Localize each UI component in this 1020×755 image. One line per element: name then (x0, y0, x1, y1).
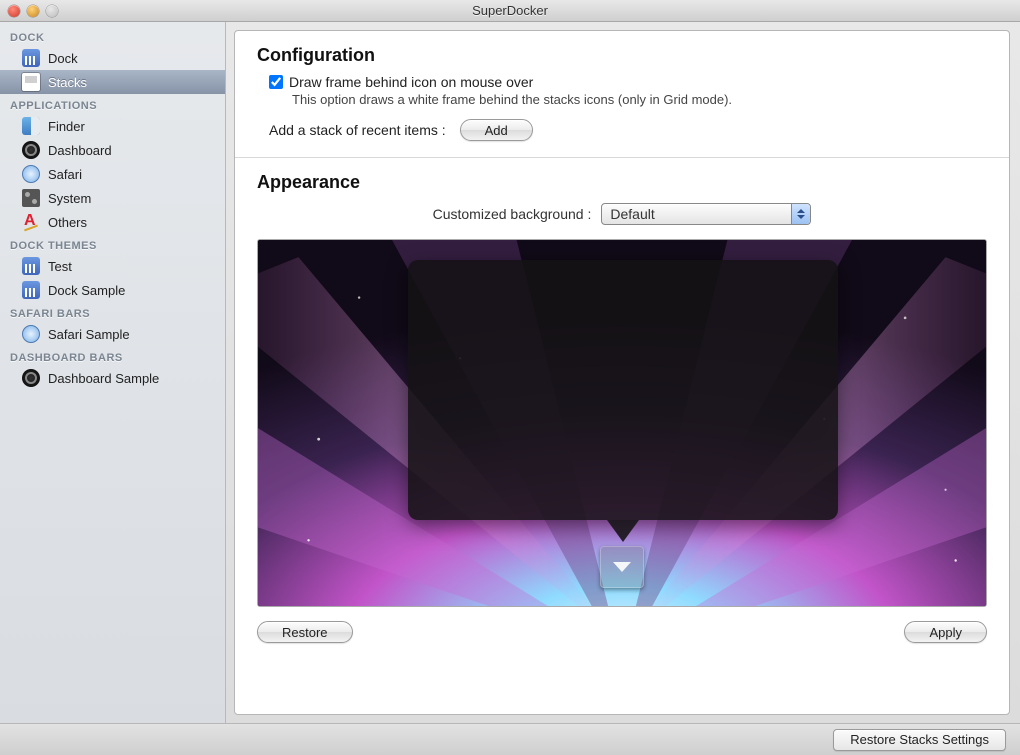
sidebar-item-label: Finder (48, 119, 85, 134)
background-select-value: Default (602, 206, 791, 222)
dock-icon (22, 257, 40, 275)
background-select[interactable]: Default (601, 203, 811, 225)
sidebar-item-label: Safari Sample (48, 327, 130, 342)
dock-icon (22, 49, 40, 67)
restore-stacks-button[interactable]: Restore Stacks Settings (833, 729, 1006, 751)
restore-button[interactable]: Restore (257, 621, 353, 643)
sidebar-item-label: Test (48, 259, 72, 274)
content-panel: Configuration Draw frame behind icon on … (234, 30, 1010, 715)
sidebar-item-safari[interactable]: Safari (0, 162, 225, 186)
sidebar-item-label: Others (48, 215, 87, 230)
draw-frame-row[interactable]: Draw frame behind icon on mouse over (269, 74, 987, 90)
sidebar-group-label: DASHBOARD BARS (0, 346, 225, 366)
add-stack-label: Add a stack of recent items : (269, 122, 446, 138)
titlebar: SuperDocker (0, 0, 1020, 22)
separator (235, 157, 1009, 158)
appearance-heading: Appearance (257, 172, 987, 193)
add-stack-row: Add a stack of recent items : Add (269, 119, 987, 141)
sidebar-item-label: Dashboard Sample (48, 371, 159, 386)
sidebar-item-finder[interactable]: Finder (0, 114, 225, 138)
sidebar-group-label: DOCK (0, 26, 225, 46)
others-icon (22, 213, 40, 231)
draw-frame-checkbox[interactable] (269, 75, 283, 89)
safari-icon (22, 165, 40, 183)
sidebar-item-dashboard-sample[interactable]: Dashboard Sample (0, 366, 225, 390)
draw-frame-description: This option draws a white frame behind t… (292, 92, 987, 107)
apply-button[interactable]: Apply (904, 621, 987, 643)
select-stepper-icon (791, 204, 810, 224)
sidebar-item-label: Stacks (48, 75, 87, 90)
sidebar-item-label: Dashboard (48, 143, 112, 158)
system-icon (22, 189, 40, 207)
preview-dock-arrow-icon (600, 546, 644, 588)
sidebar-item-label: System (48, 191, 91, 206)
dashboard-icon (22, 369, 40, 387)
window-title: SuperDocker (0, 3, 1020, 18)
sidebar-item-label: Dock Sample (48, 283, 125, 298)
background-preview (257, 239, 987, 607)
finder-icon (22, 117, 40, 135)
sidebar-group-label: APPLICATIONS (0, 94, 225, 114)
background-label: Customized background : (433, 206, 592, 222)
sidebar-item-label: Dock (48, 51, 78, 66)
safari-icon (22, 325, 40, 343)
preview-button-row: Restore Apply (257, 621, 987, 643)
background-row: Customized background : Default (257, 203, 987, 225)
dashboard-icon (22, 141, 40, 159)
sidebar-item-others[interactable]: Others (0, 210, 225, 234)
sidebar-item-dashboard[interactable]: Dashboard (0, 138, 225, 162)
sidebar-item-dock[interactable]: Dock (0, 46, 225, 70)
content-wrap: Configuration Draw frame behind icon on … (226, 22, 1020, 723)
window-body: DOCK Dock Stacks APPLICATIONS Finder Dashboar… (0, 22, 1020, 724)
bottom-bar: Restore Stacks Settings (0, 724, 1020, 755)
stack-popover-preview (408, 260, 838, 520)
sidebar-item-stacks[interactable]: Stacks (0, 70, 225, 94)
configuration-heading: Configuration (257, 45, 987, 66)
sidebar-item-test[interactable]: Test (0, 254, 225, 278)
draw-frame-label: Draw frame behind icon on mouse over (289, 74, 533, 90)
sidebar-item-system[interactable]: System (0, 186, 225, 210)
stacks-icon (22, 73, 40, 91)
sidebar-item-label: Safari (48, 167, 82, 182)
sidebar-group-label: SAFARI BARS (0, 302, 225, 322)
add-button[interactable]: Add (460, 119, 533, 141)
sidebar-item-dock-sample[interactable]: Dock Sample (0, 278, 225, 302)
sidebar-item-safari-sample[interactable]: Safari Sample (0, 322, 225, 346)
sidebar: DOCK Dock Stacks APPLICATIONS Finder Dashboar… (0, 22, 226, 723)
dock-icon (22, 281, 40, 299)
sidebar-group-label: DOCK THEMES (0, 234, 225, 254)
